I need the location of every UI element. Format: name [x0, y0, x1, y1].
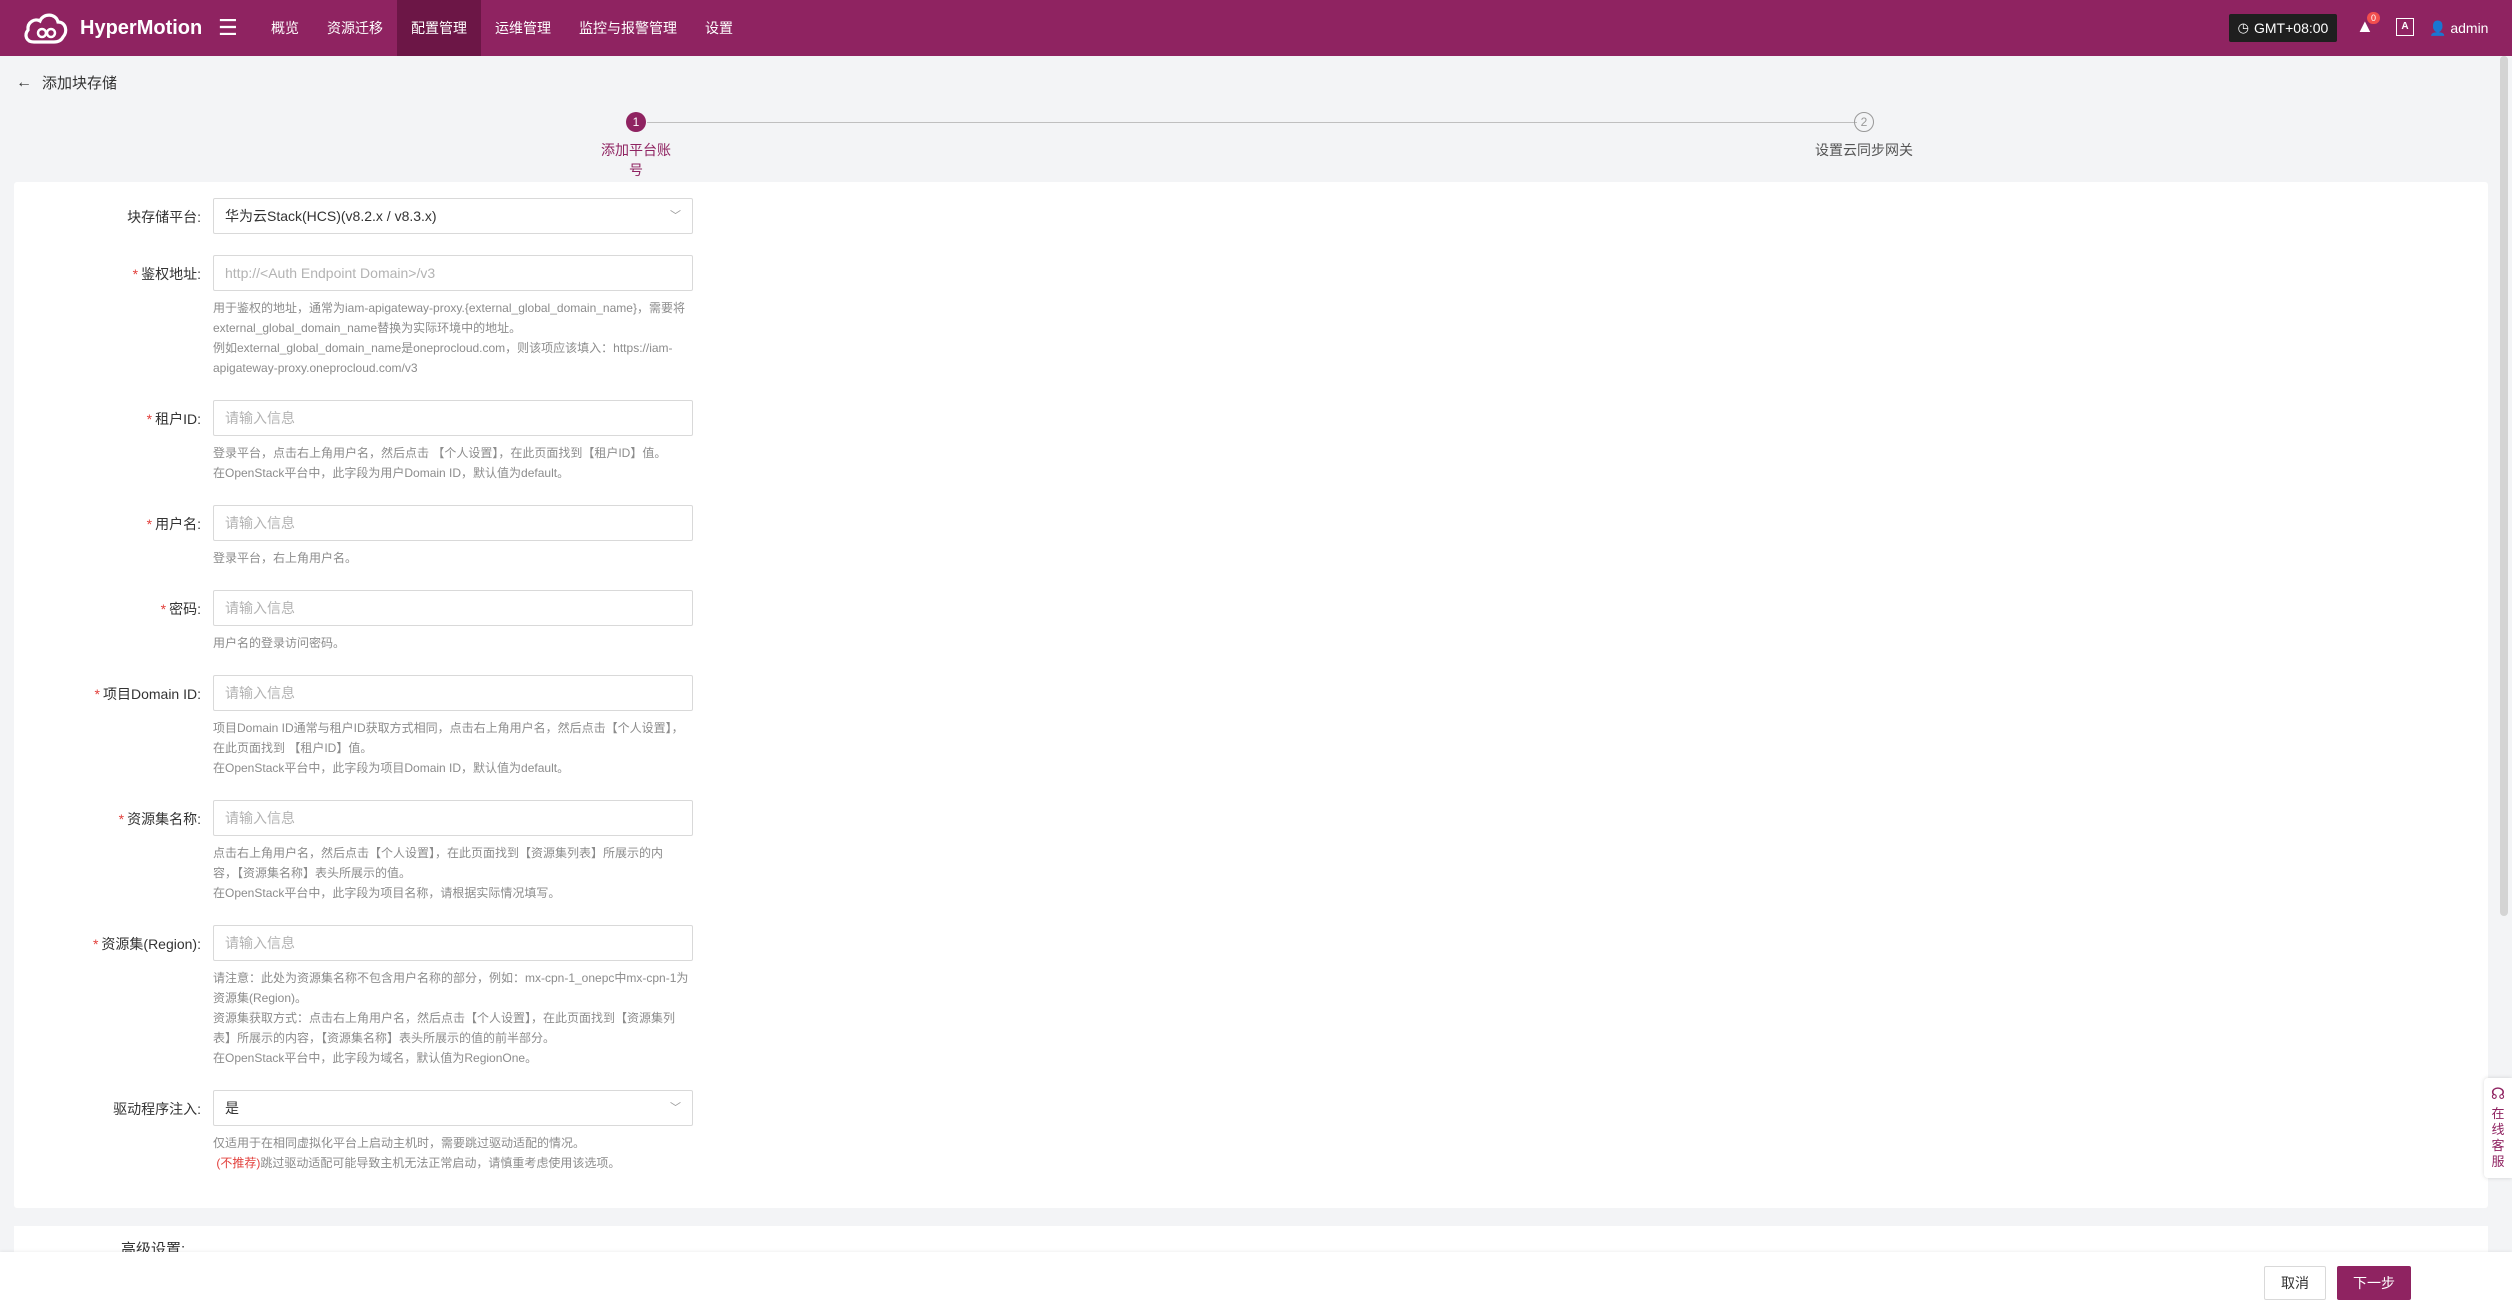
clock-icon: ◷ [2237, 20, 2249, 35]
platform-label: 块存储平台: [127, 209, 201, 225]
app-title: HyperMotion [80, 16, 203, 39]
password-help: 用户名的登录访问密码。 [213, 636, 346, 650]
back-link[interactable]: ← 添加块存储 [16, 72, 117, 93]
step-2-label: 设置云同步网关 [1815, 142, 1913, 158]
not-recommended-tag: (不推荐) [216, 1156, 261, 1170]
resource-set-name-input[interactable] [213, 800, 693, 836]
project-domain-label: * 项目Domain ID: [94, 686, 201, 702]
chevron-down-icon: ﹀ [670, 210, 681, 222]
platform-value: 华为云Stack(HCS)(v8.2.x / v8.3.x) [225, 208, 437, 224]
nav-item-settings[interactable]: 设置 [691, 0, 747, 56]
nav-item-ops[interactable]: 运维管理 [481, 0, 565, 56]
resource-set-name-label: * 资源集名称: [118, 811, 201, 827]
username-help: 登录平台，右上角用户名。 [213, 551, 358, 565]
user-menu[interactable]: 👤 admin [2429, 16, 2488, 40]
form-card: 块存储平台: 华为云Stack(HCS)(v8.2.x / v8.3.x) ﹀ … [14, 182, 2488, 1208]
scrollbar[interactable] [2500, 56, 2508, 916]
driver-injection-help: 仅适用于在相同虚拟化平台上启动主机时，需要跳过驱动适配的情况。 (不推荐)跳过驱… [213, 1136, 621, 1170]
region-help: 请注意：此处为资源集名称不包含用户名称的部分，例如：mx-cpn-1_onepc… [213, 971, 689, 1065]
logo[interactable]: HyperMotion [22, 8, 202, 48]
steps-connector [647, 122, 1857, 123]
online-service-label: 在线客服 [2491, 1106, 2505, 1169]
password-input[interactable] [213, 590, 693, 626]
timezone-badge[interactable]: ◷ GMT+08:00 [2229, 14, 2337, 42]
driver-injection-value: 是 [225, 1100, 239, 1116]
next-step-button[interactable]: 下一步 [2337, 1266, 2411, 1300]
nav-item-overview[interactable]: 概览 [257, 0, 313, 56]
auth-url-label: * 鉴权地址: [132, 266, 201, 282]
project-domain-help: 项目Domain ID通常与租户ID获取方式相同，点击右上角用户名，然后点击【个… [213, 721, 684, 775]
tenant-id-label: * 租户ID: [146, 411, 201, 427]
main-nav: 概览 资源迁移 配置管理 运维管理 监控与报警管理 设置 [257, 0, 747, 56]
page-title: 添加块存储 [42, 75, 118, 92]
user-name: admin [2450, 20, 2489, 36]
platform-select[interactable]: 华为云Stack(HCS)(v8.2.x / v8.3.x) ﹀ [213, 198, 693, 234]
footer-bar [0, 1252, 2512, 1314]
region-input[interactable] [213, 925, 693, 961]
driver-injection-label: 驱动程序注入: [113, 1101, 201, 1117]
nav-item-migration[interactable]: 资源迁移 [313, 0, 397, 56]
back-arrow-icon: ← [16, 73, 32, 91]
auth-url-help: 用于鉴权的地址，通常为iam-apigateway-proxy.{externa… [213, 301, 685, 375]
cloud-logo-icon [24, 13, 68, 44]
language-icon[interactable]: A [2396, 18, 2414, 36]
top-navigation-bar: HyperMotion ☰ 概览 资源迁移 配置管理 运维管理 监控与报警管理 … [0, 0, 2512, 56]
step-1-indicator: 1 [626, 112, 646, 132]
notification-button[interactable]: ▲ 0 [2356, 12, 2381, 37]
driver-injection-select[interactable]: 是 ﹀ [213, 1090, 693, 1126]
nav-item-monitoring[interactable]: 监控与报警管理 [565, 0, 691, 56]
step-1-label: 添加平台账号 [601, 142, 671, 178]
menu-toggle-icon[interactable]: ☰ [218, 16, 238, 40]
username-label: * 用户名: [146, 516, 201, 532]
auth-url-input[interactable] [213, 255, 693, 291]
online-service-widget[interactable]: ☊ 在线客服 [2484, 1078, 2512, 1178]
driver-warning-text: 跳过驱动适配可能导致主机无法正常启动，请慎重考虑使用该选项。 [260, 1156, 621, 1170]
notification-count: 0 [2367, 12, 2381, 24]
chevron-down-icon: ﹀ [670, 1102, 681, 1114]
user-icon: 👤 [2429, 20, 2447, 36]
password-label: * 密码: [160, 601, 201, 617]
username-input[interactable] [213, 505, 693, 541]
headset-icon: ☊ [2490, 1086, 2506, 1103]
region-label: * 资源集(Region): [92, 936, 201, 952]
tenant-id-input[interactable] [213, 400, 693, 436]
resource-set-name-help: 点击右上角用户名，然后点击【个人设置】，在此页面找到【资源集列表】所展示的内 容… [213, 846, 664, 900]
timezone-label: GMT+08:00 [2254, 20, 2329, 36]
nav-item-config[interactable]: 配置管理 [397, 0, 481, 56]
step-2-indicator: 2 [1854, 112, 1874, 132]
project-domain-input[interactable] [213, 675, 693, 711]
tenant-id-help: 登录平台，点击右上角用户名，然后点击 【个人设置】，在此页面找到【租户ID】值。… [213, 446, 667, 480]
cancel-button[interactable]: 取消 [2264, 1266, 2326, 1300]
